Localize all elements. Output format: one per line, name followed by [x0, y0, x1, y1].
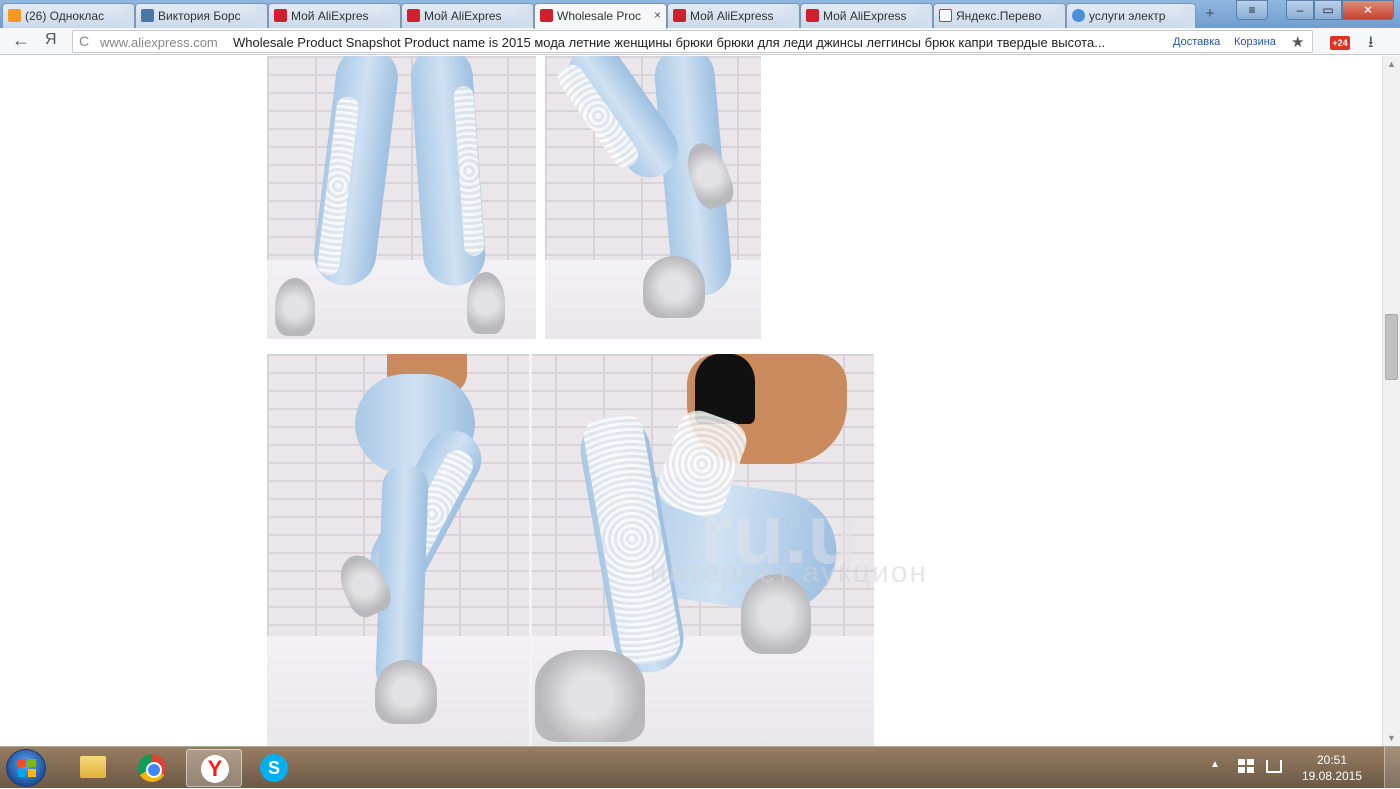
clock-time: 20:51	[1316, 753, 1348, 767]
new-tab-button[interactable]: +	[1198, 5, 1222, 23]
tab-services[interactable]: услуги электр	[1066, 3, 1196, 28]
product-photo-2[interactable]	[545, 56, 761, 339]
vk-icon	[141, 9, 154, 22]
tab-aliexpress-1[interactable]: Мой AliExpres	[268, 3, 401, 28]
address-bar[interactable]: C www.aliexpress.com Wholesale Product S…	[72, 30, 1313, 53]
tab-odnoklassniki[interactable]: (26) Одноклас	[2, 3, 135, 28]
tab-label: (26) Одноклас	[25, 9, 105, 23]
tab-aliexpress-3[interactable]: Мой AliExpress	[667, 3, 800, 28]
tab-label: Wholesale Proc	[557, 9, 642, 23]
globe-icon	[1072, 9, 1085, 22]
tab-label: Мой AliExpres	[424, 9, 502, 23]
network-icon[interactable]	[1266, 760, 1282, 773]
chrome-icon	[138, 754, 166, 782]
shoe	[375, 660, 437, 724]
tab-wholesale-product[interactable]: Wholesale Proc ×	[534, 3, 667, 29]
tab-label: услуги электр	[1089, 9, 1166, 23]
aliexpress-icon	[673, 9, 686, 22]
vertical-scrollbar[interactable]: ▲ ▼	[1382, 56, 1400, 746]
reload-icon[interactable]: C	[79, 33, 89, 49]
yandex-home-button[interactable]: Я	[45, 31, 57, 49]
start-button[interactable]	[6, 749, 46, 787]
taskbar-chrome[interactable]	[124, 749, 180, 787]
tab-label: Мой AliExpress	[823, 9, 907, 23]
tab-label: Виктория Борс	[158, 9, 241, 23]
clock-date: 19.08.2015	[1301, 769, 1363, 783]
tab-label: Мой AliExpres	[291, 9, 369, 23]
page-content: ru.u интернет аукцион	[0, 56, 1382, 746]
tab-strip: (26) Одноклас Виктория Борс Мой AliExpre…	[0, 0, 1400, 29]
tab-aliexpress-2[interactable]: Мой AliExpres	[401, 3, 534, 28]
show-desktop-button[interactable]	[1384, 747, 1400, 789]
bookmark-star-icon[interactable]: ★	[1291, 33, 1304, 51]
action-center-flag-icon[interactable]	[1238, 759, 1254, 773]
close-tab-icon[interactable]: ×	[654, 8, 661, 22]
tab-vk[interactable]: Виктория Борс	[135, 3, 268, 28]
taskbar-skype[interactable]: S	[246, 749, 302, 787]
aliexpress-icon	[274, 9, 287, 22]
tab-aliexpress-4[interactable]: Мой AliExpress	[800, 3, 933, 28]
shoe	[535, 650, 645, 742]
yandex-browser-icon: Y	[201, 755, 229, 783]
aliexpress-icon	[540, 9, 553, 22]
windows-taskbar: Y S ▲ 20:51 19.08.2015	[0, 746, 1400, 789]
tray-overflow-arrow-icon[interactable]: ▲	[1210, 759, 1220, 770]
product-photo-1[interactable]	[267, 56, 536, 339]
extension-badge-icon[interactable]: +24	[1330, 36, 1350, 50]
taskbar-yandex-browser[interactable]: Y	[186, 749, 242, 787]
window-close-button[interactable]: ✕	[1342, 0, 1394, 20]
system-clock[interactable]: 20:51 19.08.2015	[1296, 752, 1368, 784]
explorer-icon	[80, 756, 106, 778]
page-title: Wholesale Product Snapshot Product name …	[233, 35, 1106, 50]
aliexpress-icon	[407, 9, 420, 22]
tab-yandex-translate[interactable]: Яндекс.Перево	[933, 3, 1066, 28]
maximize-button[interactable]: ▭	[1314, 0, 1342, 20]
aliexpress-icon	[806, 9, 819, 22]
shoe	[275, 278, 315, 336]
shoe	[643, 256, 705, 318]
skype-icon: S	[260, 754, 288, 782]
tab-label: Мой AliExpress	[690, 9, 774, 23]
delivery-link[interactable]: Доставка	[1173, 36, 1220, 48]
taskbar-explorer[interactable]	[64, 749, 120, 787]
tab-label: Яндекс.Перево	[956, 9, 1042, 23]
scrollbar-thumb[interactable]	[1385, 314, 1398, 380]
back-button[interactable]: ←	[12, 30, 30, 51]
windows-logo-icon	[18, 759, 36, 777]
browser-toolbar: ← Я C www.aliexpress.com Wholesale Produ…	[0, 28, 1400, 55]
scroll-up-arrow-icon[interactable]: ▲	[1387, 59, 1396, 69]
browser-menu-button[interactable]: ≡	[1236, 0, 1268, 20]
watermark-text: интернет аукцион	[650, 556, 929, 589]
download-icon[interactable]: ⭳	[1368, 31, 1374, 58]
minimize-button[interactable]: –	[1286, 0, 1314, 20]
shoe	[467, 272, 505, 334]
yandex-translate-icon	[939, 9, 952, 22]
cart-link[interactable]: Корзина	[1234, 36, 1276, 48]
url-host: www.aliexpress.com	[100, 35, 218, 50]
odnoklassniki-icon	[8, 9, 21, 22]
scroll-down-arrow-icon[interactable]: ▼	[1387, 733, 1396, 743]
